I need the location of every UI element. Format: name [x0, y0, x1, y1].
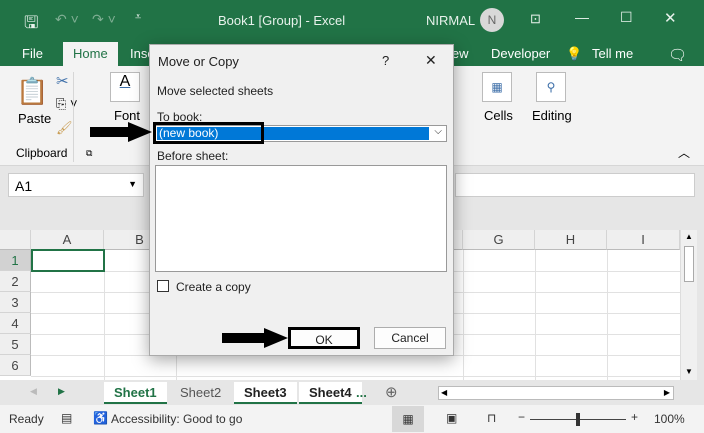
sheet-tab-bar: ◀ ▶ Sheet1 Sheet2 Sheet3 Sheet4 ... ⊕ ◀ …	[0, 380, 704, 405]
status-ready: Ready	[9, 412, 44, 426]
active-cell-a1[interactable]	[31, 249, 105, 272]
paste-icon[interactable]: 📋	[16, 76, 48, 107]
next-sheet-icon[interactable]: ▶	[58, 386, 65, 397]
help-button[interactable]: ?	[382, 53, 389, 68]
tab-home[interactable]: Home	[63, 42, 118, 66]
sheet-tab-sheet1[interactable]: Sheet1	[104, 382, 167, 404]
font-icon[interactable]: A	[110, 72, 140, 102]
page-break-icon[interactable]: ⊓	[487, 411, 496, 425]
gridline	[607, 250, 608, 380]
row-header-4[interactable]: 4	[0, 313, 31, 334]
cut-icon[interactable]: ✂	[56, 72, 69, 90]
user-name: NIRMAL	[426, 13, 476, 28]
scroll-right-icon[interactable]: ▶	[664, 388, 670, 397]
collapse-ribbon-icon[interactable]: ︿	[678, 144, 690, 161]
row-header-2[interactable]: 2	[0, 271, 31, 292]
row-header-3[interactable]: 3	[0, 292, 31, 313]
close-icon[interactable]: ✕	[664, 9, 677, 27]
name-box-value: A1	[15, 178, 33, 194]
select-all[interactable]	[0, 230, 31, 250]
move-selected-label: Move selected sheets	[157, 84, 274, 98]
name-box[interactable]: A1 ▼	[8, 173, 144, 197]
paste-label[interactable]: Paste	[18, 111, 51, 126]
before-sheet-list[interactable]	[155, 165, 447, 272]
row-header-1[interactable]: 1	[0, 250, 31, 271]
move-or-copy-dialog: Move or Copy ? ✕ Move selected sheets To…	[149, 44, 454, 356]
search-icon[interactable]: ⚲	[536, 72, 566, 102]
tab-file[interactable]: File	[22, 46, 43, 61]
window-title: Book1 [Group] - Excel	[218, 13, 346, 28]
vertical-scrollbar[interactable]: ▲ ▼	[680, 230, 697, 380]
highlight-box	[153, 122, 264, 144]
font-label[interactable]: Font	[114, 108, 140, 123]
cancel-button[interactable]: Cancel	[374, 327, 446, 349]
formula-input[interactable]	[455, 173, 695, 197]
title-bar: 🖫 ↶ ˅ ↷ ˅ ⩡ Book1 [Group] - Excel NIRMAL…	[0, 0, 704, 42]
create-copy-label[interactable]: Create a copy	[176, 280, 251, 294]
divider	[73, 72, 74, 162]
zoom-level[interactable]: 100%	[654, 412, 685, 426]
sheet-tab-sheet3[interactable]: Sheet3	[234, 382, 297, 404]
tell-me[interactable]: Tell me	[592, 46, 633, 61]
scroll-thumb[interactable]	[684, 246, 694, 282]
arrow-annotation-ok	[222, 328, 288, 348]
zoom-slider-thumb[interactable]	[576, 413, 580, 426]
dialog-launcher-icon[interactable]: ⧉	[86, 148, 92, 159]
lightbulb-icon: 💡	[566, 46, 583, 61]
gridline	[31, 376, 680, 377]
maximize-icon[interactable]: ☐	[620, 9, 633, 26]
accessibility-status[interactable]: Accessibility: Good to go	[111, 412, 242, 426]
status-bar: Ready ▤ ♿ Accessibility: Good to go ▦ ▣ …	[0, 405, 704, 433]
chevron-down-icon[interactable]: ▼	[128, 179, 137, 189]
accessibility-icon[interactable]: ♿	[93, 411, 108, 425]
gridline	[463, 250, 464, 380]
scroll-up-icon[interactable]: ▲	[685, 232, 693, 241]
copy-icon[interactable]: ⎘ ˅	[56, 96, 78, 112]
before-sheet-label: Before sheet:	[157, 149, 229, 163]
dialog-title: Move or Copy	[158, 54, 239, 69]
row-header-5[interactable]: 5	[0, 334, 31, 355]
arrow-annotation-to-book	[90, 122, 152, 142]
more-sheets[interactable]: ...	[352, 382, 371, 404]
minimize-icon[interactable]: —	[575, 9, 589, 25]
avatar[interactable]: N	[480, 8, 504, 32]
sheet-tab-sheet2[interactable]: Sheet2	[170, 382, 231, 404]
customize-qat-icon[interactable]: ⩡	[135, 11, 141, 24]
column-header-h[interactable]: H	[535, 230, 607, 250]
chevron-down-icon[interactable]: ⌵	[434, 126, 442, 137]
macro-icon[interactable]: ▤	[61, 411, 72, 425]
normal-view-icon[interactable]: ▦	[392, 406, 424, 432]
cells-icon[interactable]: ▦	[482, 72, 512, 102]
editing-label[interactable]: Editing	[532, 108, 572, 123]
horizontal-scrollbar[interactable]: ◀ ▶	[438, 386, 674, 400]
save-icon[interactable]: 🖫	[24, 10, 38, 39]
ribbon-display-icon[interactable]: ⊡	[530, 11, 541, 27]
ok-button[interactable]: OK	[288, 327, 360, 349]
clipboard-group-label: Clipboard	[16, 146, 68, 160]
scroll-left-icon[interactable]: ◀	[441, 388, 447, 397]
gridline	[535, 250, 536, 380]
column-header-a[interactable]: A	[31, 230, 104, 250]
format-painter-icon[interactable]: 🖌	[56, 120, 73, 136]
scroll-down-icon[interactable]: ▼	[685, 367, 693, 376]
tab-developer[interactable]: Developer	[491, 46, 550, 61]
dialog-close-button[interactable]: ✕	[425, 52, 437, 69]
redo-icon[interactable]: ↷ ˅	[92, 11, 116, 28]
column-header-i[interactable]: I	[607, 230, 680, 250]
column-header-g[interactable]: G	[463, 230, 535, 250]
undo-icon[interactable]: ↶ ˅	[55, 11, 79, 28]
add-sheet-icon[interactable]: ⊕	[385, 383, 398, 401]
row-header-6[interactable]: 6	[0, 355, 31, 376]
zoom-out-icon[interactable]: −	[518, 410, 525, 424]
cells-label[interactable]: Cells	[484, 108, 513, 123]
page-layout-icon[interactable]: ▣	[446, 411, 457, 425]
zoom-in-icon[interactable]: +	[631, 410, 638, 424]
create-copy-checkbox[interactable]	[157, 280, 169, 292]
prev-sheet-icon[interactable]: ◀	[30, 386, 37, 397]
comments-icon[interactable]: 🗨	[668, 46, 687, 64]
